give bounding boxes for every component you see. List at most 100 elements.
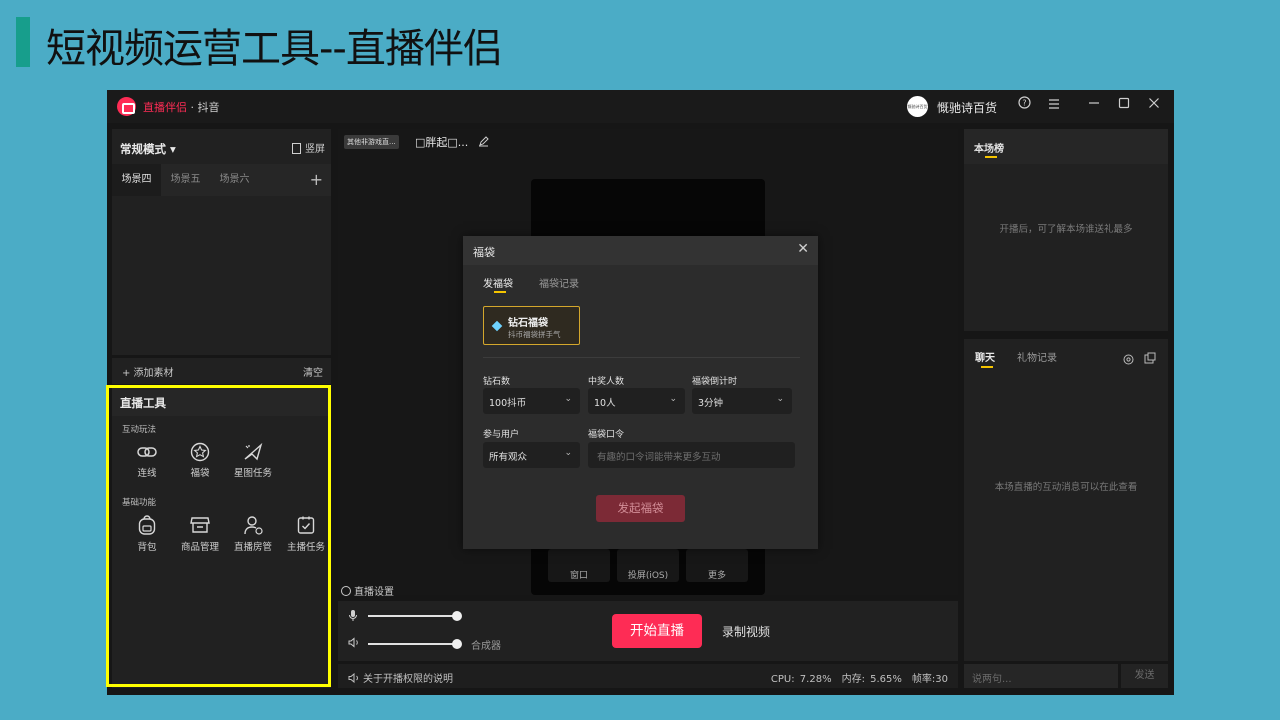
live-tools-header: 直播工具 xyxy=(112,386,331,416)
slide-title: 短视频运营工具--直播伴侣 xyxy=(46,26,503,72)
tab-chat[interactable]: 聊天 xyxy=(975,349,995,364)
tool-product-management[interactable]: 商品管理 xyxy=(173,514,227,553)
tool-link[interactable]: 连线 xyxy=(120,442,174,479)
group-label-basic: 基础功能 xyxy=(122,498,157,508)
tool-star-map[interactable]: 星图任务 xyxy=(226,442,280,479)
ios-cast-button[interactable]: 投屏(iOS) xyxy=(617,549,679,582)
mode-dropdown[interactable]: 常规模式 ▾ xyxy=(120,141,176,157)
live-tools-panel: 直播工具 互动玩法 连线 福袋 星图任务 基础功能 背包 商品管理 直播房管 主… xyxy=(112,386,331,688)
star-map-icon xyxy=(244,442,263,461)
edit-icon[interactable] xyxy=(478,136,489,147)
chevron-down-icon: ⌄ xyxy=(564,394,572,404)
minimize-icon[interactable] xyxy=(1084,96,1104,116)
app-name: 直播伴侣 · 抖音 xyxy=(143,101,220,114)
shop-icon xyxy=(190,517,210,533)
frame-rate: 帧率:30 xyxy=(911,674,948,685)
performance-stats: CPU: 7.28% 内存: 5.65% 帧率:30 xyxy=(761,670,948,685)
lucky-bag-dialog: 福袋 ✕ 发福袋 福袋记录 钻石福袋 抖币福袋拼手气 钻石数 100抖币 ⌄ 中奖… xyxy=(463,236,818,549)
participants-label: 参与用户 xyxy=(483,430,520,440)
clear-button[interactable]: 清空 xyxy=(303,364,323,379)
tab-underline xyxy=(981,366,993,368)
group-label-interactive: 互动玩法 xyxy=(122,425,157,435)
maximize-icon[interactable] xyxy=(1114,96,1134,116)
microphone-volume-slider[interactable] xyxy=(368,615,457,617)
room-title[interactable]: □胖起□... xyxy=(415,134,489,150)
permission-note-link[interactable]: 关于开播权限的说明 xyxy=(348,670,453,685)
speaker-icon[interactable] xyxy=(348,637,360,651)
task-icon xyxy=(297,516,315,534)
tab-rank[interactable]: 本场榜 xyxy=(974,140,1004,155)
start-live-button[interactable]: 开始直播 xyxy=(612,614,702,648)
tool-room-admin[interactable]: 直播房管 xyxy=(226,514,280,553)
dialog-title: 福袋 xyxy=(473,246,495,259)
rank-panel: 本场榜 开播后，可了解本场谁送礼最多 xyxy=(964,129,1168,331)
popout-icon[interactable] xyxy=(1144,349,1156,368)
rank-empty-text: 开播后，可了解本场谁送礼最多 xyxy=(999,224,1133,235)
dialog-header: 福袋 ✕ xyxy=(463,236,818,265)
tab-scene-4[interactable]: 场景四 xyxy=(112,164,161,196)
phone-icon xyxy=(292,143,301,154)
diamonds-select[interactable]: 100抖币 ⌄ xyxy=(483,388,580,414)
link-icon xyxy=(137,447,157,457)
avatar[interactable]: 慨驰诗百货 xyxy=(907,96,928,117)
password-input[interactable]: 有趣的口令词能带来更多互动 xyxy=(588,442,795,468)
countdown-label: 福袋倒计时 xyxy=(692,377,738,387)
room-category-tag[interactable]: 其他非游戏直... xyxy=(344,135,399,149)
status-bar: 关于开播权限的说明 CPU: 7.28% 内存: 5.65% 帧率:30 xyxy=(338,664,958,688)
app-window: 直播伴侣 · 抖音 慨驰诗百货 慨驰诗百货 ? 常规模式 ▾ 竖屏 场景四 场景… xyxy=(107,90,1174,695)
scene-tabs: 场景四 场景五 场景六 + xyxy=(112,164,331,196)
speaker-notice-icon xyxy=(348,672,358,684)
window-source-button[interactable]: 窗口 xyxy=(548,549,610,582)
live-tools-title: 直播工具 xyxy=(120,396,166,410)
more-sources-button[interactable]: 更多 xyxy=(686,549,748,582)
menu-icon[interactable] xyxy=(1044,96,1064,116)
chevron-down-icon: ⌄ xyxy=(669,394,677,404)
slide-accent-bar xyxy=(16,17,30,67)
record-video-button[interactable]: 录制视频 xyxy=(722,623,770,640)
tab-underline xyxy=(985,156,997,158)
tab-scene-6[interactable]: 场景六 xyxy=(210,164,259,196)
rank-header: 本场榜 xyxy=(964,129,1168,164)
microphone-slider-handle[interactable] xyxy=(452,611,462,621)
title-bar: 直播伴侣 · 抖音 慨驰诗百货 慨驰诗百货 ? xyxy=(107,90,1174,123)
mixer-button[interactable]: 合成器 xyxy=(471,637,501,652)
dialog-close-icon[interactable]: ✕ xyxy=(797,241,809,257)
chat-empty-text: 本场直播的互动消息可以在此查看 xyxy=(994,482,1138,493)
tab-scene-5[interactable]: 场景五 xyxy=(161,164,210,196)
chevron-down-icon: ⌄ xyxy=(564,448,572,458)
divider xyxy=(483,357,800,358)
scene-panel: 常规模式 ▾ 竖屏 场景四 场景五 场景六 + xyxy=(112,129,331,355)
countdown-select[interactable]: 3分钟 ⌄ xyxy=(692,388,792,414)
diamond-bag-option[interactable]: 钻石福袋 抖币福袋拼手气 xyxy=(483,306,580,345)
winners-select[interactable]: 10人 ⌄ xyxy=(588,388,685,414)
vertical-screen-toggle[interactable]: 竖屏 xyxy=(292,140,325,155)
user-name[interactable]: 慨驰诗百货 xyxy=(937,99,997,116)
bag-option-name: 钻石福袋 xyxy=(508,318,548,329)
tool-lucky-bag[interactable]: 福袋 xyxy=(173,442,227,479)
chat-settings-icon[interactable] xyxy=(1123,350,1134,369)
tool-anchor-task[interactable]: 主播任务 xyxy=(279,514,333,553)
speaker-volume-slider[interactable] xyxy=(368,643,457,645)
close-icon[interactable] xyxy=(1144,96,1164,116)
svg-text:?: ? xyxy=(1022,98,1026,107)
chevron-down-icon: ⌄ xyxy=(776,394,784,404)
tool-backpack[interactable]: 背包 xyxy=(120,514,174,553)
chat-panel: 聊天 礼物记录 本场直播的互动消息可以在此查看 xyxy=(964,339,1168,661)
chat-input[interactable]: 说两句... xyxy=(964,664,1118,688)
cpu-usage: CPU: 7.28% xyxy=(770,674,832,685)
diamonds-label: 钻石数 xyxy=(483,377,511,387)
tab-send-bag[interactable]: 发福袋 xyxy=(483,275,513,290)
add-material-button[interactable]: + 添加素材 xyxy=(122,364,174,379)
add-scene-button[interactable]: + xyxy=(310,170,323,189)
memory-usage: 内存: 5.65% xyxy=(841,674,902,685)
launch-bag-button[interactable]: 发起福袋 xyxy=(596,495,685,522)
speaker-slider-handle[interactable] xyxy=(452,639,462,649)
settings-icon xyxy=(341,586,351,596)
tab-gift-record[interactable]: 礼物记录 xyxy=(1017,349,1057,364)
help-icon[interactable]: ? xyxy=(1014,96,1034,116)
live-settings-link[interactable]: 直播设置 xyxy=(341,583,394,598)
send-button[interactable]: 发送 xyxy=(1121,664,1168,688)
tab-bag-record[interactable]: 福袋记录 xyxy=(539,275,579,290)
participants-select[interactable]: 所有观众 ⌄ xyxy=(483,442,580,468)
microphone-icon[interactable] xyxy=(348,609,358,625)
